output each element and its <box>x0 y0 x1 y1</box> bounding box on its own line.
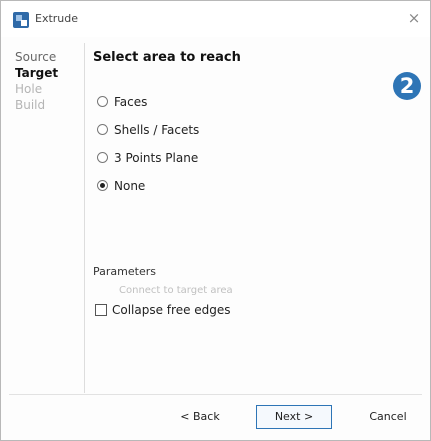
radio-faces-label: Faces <box>114 95 148 109</box>
wizard-steps: Source Target Hole Build <box>15 49 75 113</box>
target-radio-group: Faces Shells / Facets 3 Points Plane Non… <box>97 92 199 204</box>
app-icon <box>13 12 29 28</box>
step-build: Build <box>15 98 46 112</box>
radio-none[interactable]: None <box>97 176 199 204</box>
extrude-dialog: Extrude × Source Target Hole Build Selec… <box>0 0 431 441</box>
next-button[interactable]: Next > <box>256 405 332 429</box>
radio-3-points-plane-indicator[interactable] <box>97 152 108 163</box>
radio-shells-facets[interactable]: Shells / Facets <box>97 120 199 148</box>
step-source[interactable]: Source <box>15 49 75 65</box>
step-hole: Hole <box>15 82 43 96</box>
radio-shells-facets-indicator[interactable] <box>97 124 108 135</box>
collapse-free-edges-label: Collapse free edges <box>112 303 231 317</box>
collapse-free-edges-checkbox[interactable]: Collapse free edges <box>95 301 231 319</box>
radio-faces[interactable]: Faces <box>97 92 199 120</box>
title-bar: Extrude × <box>1 1 430 37</box>
radio-faces-indicator[interactable] <box>97 96 108 107</box>
radio-3-points-plane[interactable]: 3 Points Plane <box>97 148 199 176</box>
back-button[interactable]: < Back <box>162 405 238 429</box>
footer-divider <box>9 394 422 395</box>
collapse-free-edges-box[interactable] <box>95 303 107 316</box>
window-title: Extrude <box>35 12 79 25</box>
parameters-label: Parameters <box>93 265 156 278</box>
radio-none-indicator[interactable] <box>97 180 108 191</box>
page-title: Select area to reach <box>93 50 241 65</box>
step-number-badge: 2 <box>393 72 421 100</box>
connect-to-target-option: Connect to target area <box>119 285 233 296</box>
radio-shells-facets-label: Shells / Facets <box>114 123 200 137</box>
radio-none-label: None <box>114 179 146 193</box>
step-target[interactable]: Target <box>15 65 75 81</box>
cancel-button[interactable]: Cancel <box>357 405 419 429</box>
radio-3-points-plane-label: 3 Points Plane <box>114 151 199 165</box>
close-icon[interactable]: × <box>405 9 423 27</box>
steps-divider <box>84 43 85 393</box>
